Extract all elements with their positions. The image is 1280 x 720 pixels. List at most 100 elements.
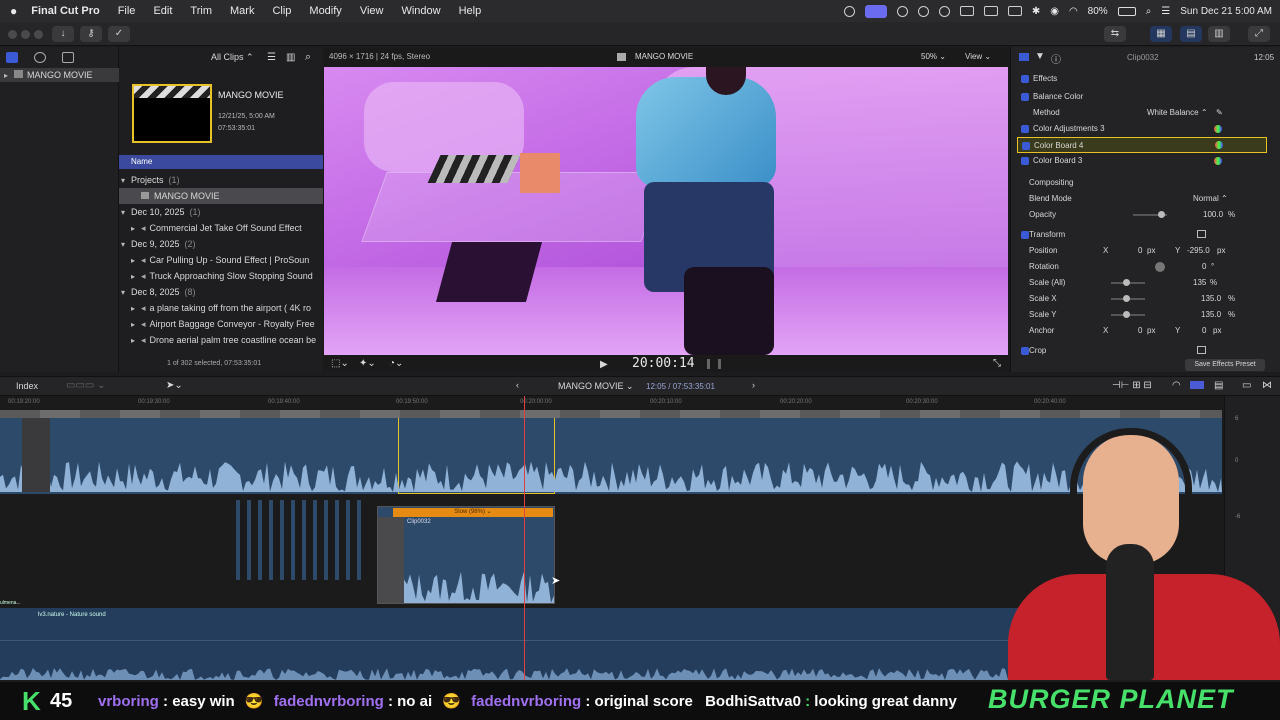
scale-y-value[interactable]: 135.0	[1201, 307, 1221, 323]
status-icon-1[interactable]	[843, 5, 855, 17]
apple-icon[interactable]: ●	[10, 4, 17, 18]
menu-help[interactable]: Help	[459, 5, 482, 17]
connected-audio-bar[interactable]	[247, 500, 251, 580]
menu-window[interactable]: Window	[401, 5, 440, 17]
transform-onscreen-icon[interactable]	[1197, 230, 1206, 238]
disclosure-icon[interactable]: ▸	[4, 69, 14, 83]
play-status-icon[interactable]	[938, 5, 950, 17]
connected-audio-bar[interactable]	[335, 500, 339, 580]
crop-section[interactable]: Crop	[1011, 343, 1280, 359]
headphones-icon[interactable]: ◠	[1172, 380, 1181, 391]
zoom-window-icon[interactable]	[34, 30, 43, 39]
connected-audio-bar[interactable]	[357, 500, 361, 580]
menu-trim[interactable]: Trim	[190, 5, 212, 17]
connected-audio-bar[interactable]	[258, 500, 262, 580]
scale-y-knob[interactable]	[1123, 311, 1130, 318]
disclosure-icon[interactable]: ▸	[131, 269, 141, 284]
crop-onscreen-icon[interactable]	[1197, 346, 1206, 354]
browser-row[interactable]: ▸ ◂ Truck Approaching Slow Stopping Sound	[119, 268, 323, 284]
play-button[interactable]: ▶	[600, 359, 608, 370]
app-menu[interactable]: Final Cut Pro	[31, 5, 99, 17]
disclosure-icon[interactable]: ▸	[131, 333, 141, 348]
color-board-4-row[interactable]: Color Board 4	[1017, 137, 1267, 153]
anchor-x-value[interactable]: 0	[1138, 323, 1142, 339]
opacity-value[interactable]: 100.0	[1203, 207, 1223, 223]
menu-clip[interactable]: Clip	[272, 5, 291, 17]
effects-checkbox[interactable]	[1021, 75, 1029, 83]
disclosure-icon[interactable]: ▾	[121, 205, 131, 220]
connected-audio-bar[interactable]	[313, 500, 317, 580]
timeline[interactable]: 00:19:20:00 00:19:30:00 00:19:40:00 00:19:5…	[0, 396, 1280, 680]
menu-modify[interactable]: Modify	[309, 5, 341, 17]
menu-mark[interactable]: Mark	[230, 5, 254, 17]
transitions-browser-icon[interactable]: ⋈	[1262, 380, 1272, 391]
background-tasks-button[interactable]: ✓	[108, 26, 130, 42]
info-inspector-icon[interactable]: ⓘ	[1051, 51, 1061, 66]
titles-tab-icon[interactable]	[62, 52, 74, 63]
control-center-icon[interactable]: ☰	[1161, 6, 1170, 17]
scale-x-knob[interactable]	[1123, 295, 1130, 302]
import-button[interactable]: ↓	[52, 26, 74, 42]
anchor-y-value[interactable]: 0	[1202, 323, 1206, 339]
trim-tools-icon[interactable]: ⊣⊢ ⊞ ⊟	[1112, 380, 1152, 391]
browser-row[interactable]: ▾ Dec 9, 2025 (2)	[119, 236, 323, 252]
skimming-icon[interactable]	[1190, 381, 1204, 389]
close-window-icon[interactable]	[8, 30, 17, 39]
connected-audio-bar[interactable]	[269, 500, 273, 580]
enhance-tool-icon[interactable]: ✦⌄	[359, 358, 376, 369]
filter-inspector-icon[interactable]: ▼	[1035, 51, 1045, 62]
volume-icon[interactable]	[959, 6, 974, 16]
browser-row[interactable]: ▾ Dec 8, 2025 (8)	[119, 284, 323, 300]
rotation-value[interactable]: 0	[1202, 259, 1206, 275]
viewer-timecode[interactable]: 20:00:14	[632, 356, 695, 371]
disclosure-icon[interactable]: ▸	[131, 317, 141, 332]
connected-audio-bar[interactable]	[236, 500, 240, 580]
color-board-3-row[interactable]: Color Board 3	[1011, 153, 1280, 169]
search-icon[interactable]: ⌕	[1146, 6, 1152, 17]
minimize-window-icon[interactable]	[21, 30, 30, 39]
scale-all-knob[interactable]	[1123, 279, 1130, 286]
disclosure-icon[interactable]: ▸	[131, 301, 141, 316]
save-effects-preset-button[interactable]: Save Effects Preset	[1185, 359, 1265, 371]
position-y-value[interactable]: -295.0	[1187, 243, 1210, 259]
compositing-section[interactable]: Compositing	[1011, 175, 1280, 191]
effects-browser-icon[interactable]: ▭	[1242, 380, 1251, 391]
screen-share-icon[interactable]	[864, 4, 887, 18]
crop-checkbox[interactable]	[1021, 347, 1029, 355]
eyedropper-icon[interactable]: ✎	[1216, 105, 1223, 121]
browser-row[interactable]: ▾ Projects (1)	[119, 172, 323, 188]
fullscreen-viewer-icon[interactable]: ⤡	[993, 358, 1001, 369]
clip-filter-menu[interactable]: All Clips ⌃	[211, 52, 254, 63]
connected-audio-bar[interactable]	[302, 500, 306, 580]
playhead[interactable]	[524, 396, 525, 680]
disclosure-icon[interactable]: ▸	[131, 221, 141, 236]
layout-button-1[interactable]: ▦	[1150, 26, 1172, 42]
index-button[interactable]: Index	[16, 381, 38, 391]
connected-audio-bar[interactable]	[280, 500, 284, 580]
balance-color-row[interactable]: Balance Color	[1011, 89, 1280, 105]
connected-audio-bar[interactable]	[291, 500, 295, 580]
color-board-3-checkbox[interactable]	[1021, 157, 1029, 165]
menu-edit[interactable]: Edit	[153, 5, 172, 17]
display-icon[interactable]	[983, 6, 998, 16]
browser-row[interactable]: ▸ ◂ Car Pulling Up - Sound Effect | ProSou…	[119, 252, 323, 268]
browser-row[interactable]: ▸ ◂ a plane taking off from the airport ( …	[119, 300, 323, 316]
list-view-icon[interactable]: ☰	[267, 52, 276, 63]
disclosure-icon[interactable]: ▾	[121, 173, 131, 188]
color-adjustments-checkbox[interactable]	[1021, 125, 1029, 133]
menu-file[interactable]: File	[118, 5, 136, 17]
clip-appearance-icon[interactable]: ▤	[1214, 380, 1223, 391]
position-x-value[interactable]: 0	[1138, 243, 1142, 259]
browser-row[interactable]: ▸ ◂ Airport Baggage Conveyor - Royalty Fre…	[119, 316, 323, 332]
speed-tool-icon[interactable]: ◔⌄	[389, 358, 403, 369]
menu-view[interactable]: View	[360, 5, 384, 17]
transform-tool-icon[interactable]: ⬚⌄	[331, 358, 349, 369]
history-back-icon[interactable]: ‹	[516, 380, 519, 390]
opacity-slider-knob[interactable]	[1158, 211, 1165, 218]
record-icon[interactable]: ◉	[1050, 6, 1059, 17]
edit-tools-icon[interactable]: ▭▭▭ ⌄	[66, 380, 106, 391]
color-board-4-swatch-icon[interactable]	[1215, 141, 1223, 149]
video-frame[interactable]	[324, 67, 1008, 355]
browser-row[interactable]: ▸ ◂ Drone aerial palm tree coastline ocean…	[119, 332, 323, 348]
view-menu[interactable]: View ⌄	[965, 52, 991, 61]
